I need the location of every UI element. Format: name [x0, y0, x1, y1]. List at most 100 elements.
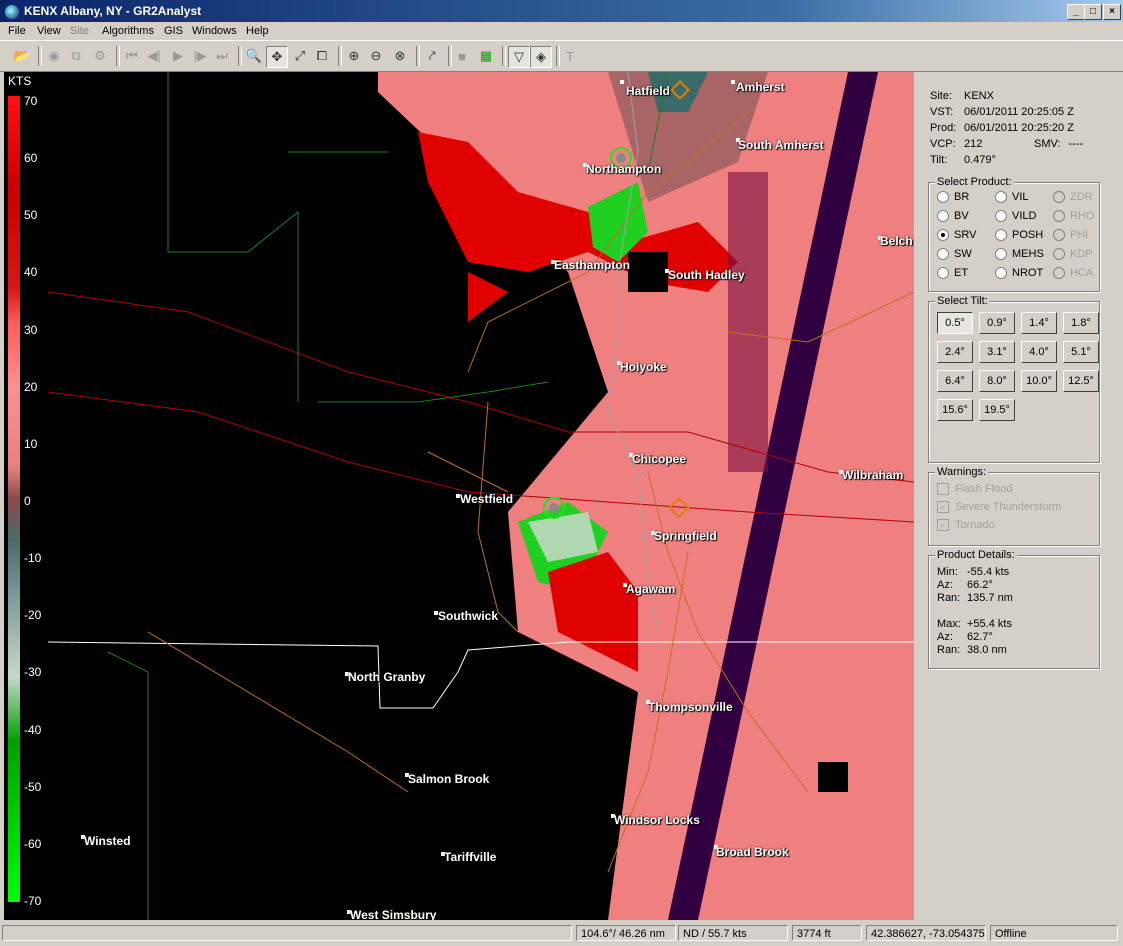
tilt-button[interactable]: 12.5° — [1063, 370, 1099, 392]
select-product-title: Select Product: — [935, 176, 1014, 188]
legend-tick: -10 — [24, 551, 42, 566]
layers-icon[interactable]: ⧠ — [312, 46, 332, 66]
legend-color-bar — [8, 96, 20, 902]
product-radio-rho[interactable]: RHO — [1053, 210, 1094, 222]
measure-icon[interactable]: ⤢ — [290, 46, 310, 66]
radio-circle — [995, 191, 1007, 203]
meso-icon[interactable]: ▽ — [508, 46, 530, 68]
legend-tick: 40 — [24, 265, 38, 280]
tilt-button[interactable]: 5.1° — [1063, 341, 1099, 363]
toolbar-separator — [338, 46, 342, 66]
info-prod: Prod: 06/01/2011 20:25:20 Z — [930, 122, 1074, 134]
radar-map[interactable]: Hatfield Amherst South Amherst Northampton B… — [48, 72, 914, 920]
tilt-button[interactable]: 0.5° — [937, 312, 973, 334]
tilt-button[interactable]: 4.0° — [1021, 341, 1057, 363]
status-height: 3774 ft — [792, 925, 862, 941]
menu-help[interactable]: Help — [246, 25, 269, 37]
product-radio-mehs[interactable]: MEHS — [995, 248, 1044, 260]
city-label: Chicopee — [632, 452, 687, 466]
menu-windows[interactable]: Windows — [192, 25, 237, 37]
record-icon[interactable]: ◉ — [44, 46, 64, 66]
zoom-icon[interactable]: 🔍 — [244, 46, 264, 66]
tilt-button[interactable]: 1.4° — [1021, 312, 1057, 334]
product-label: NROT — [1012, 267, 1044, 279]
toolbar-separator — [116, 46, 120, 66]
tilt-button[interactable]: 0.9° — [979, 312, 1015, 334]
minimize-button[interactable]: _ — [1067, 4, 1085, 20]
product-radio-phi[interactable]: PHI — [1053, 229, 1088, 241]
menu-gis[interactable]: GIS — [164, 25, 183, 37]
stop-icon[interactable]: ■ — [452, 46, 472, 66]
product-radio-et[interactable]: ET — [937, 267, 968, 279]
tilt-button[interactable]: 8.0° — [979, 370, 1015, 392]
product-radio-sw[interactable]: SW — [937, 248, 972, 260]
menu-algorithms[interactable]: Algorithms — [102, 25, 154, 37]
tilt-button[interactable]: 2.4° — [937, 341, 973, 363]
step-back-icon[interactable]: ◀| — [144, 46, 164, 66]
product-radio-srv[interactable]: SRV — [937, 229, 976, 241]
product-label: HCA — [1070, 267, 1094, 279]
grid-icon[interactable]: ▦ — [476, 46, 496, 66]
product-radio-vild[interactable]: VILD — [995, 210, 1036, 222]
menu-view[interactable]: View — [37, 25, 61, 37]
product-radio-hca[interactable]: HCA — [1053, 267, 1093, 279]
legend-tick: -70 — [24, 894, 42, 908]
warning-checkbox[interactable]: ✓ Tornado — [937, 519, 995, 531]
tilt-button[interactable]: 10.0° — [1021, 370, 1057, 392]
legend-tick: 0 — [24, 494, 31, 508]
app-icon — [4, 4, 20, 20]
maximize-button[interactable]: □ — [1084, 4, 1102, 20]
zoom-out-icon[interactable]: ⊖ — [366, 46, 386, 66]
folded-strip — [728, 172, 768, 472]
checkbox-box — [937, 483, 949, 495]
tilt-button[interactable]: 1.8° — [1063, 312, 1099, 334]
product-label: SW — [954, 248, 972, 260]
step-forward-icon[interactable]: |▶ — [190, 46, 210, 66]
menu-file[interactable]: File — [8, 25, 26, 37]
first-frame-icon[interactable]: ⏮ — [122, 46, 142, 66]
product-radio-nrot[interactable]: NROT — [995, 267, 1043, 279]
radio-circle — [1053, 248, 1065, 260]
mesocyclone-center — [549, 503, 559, 513]
select-tilt-group: Select Tilt: 0.5° 0.9° 1.4° 1.8° 2.4° 3.1° 4.0… — [928, 295, 1100, 463]
product-radio-posh[interactable]: POSH — [995, 229, 1043, 241]
hail-icon[interactable]: ◈ — [530, 46, 552, 68]
pan-icon[interactable]: ✥ — [266, 46, 288, 68]
close-button[interactable]: × — [1103, 4, 1121, 20]
warning-label: Flash Flood — [955, 483, 1013, 495]
info-tilt: Tilt: 0.479° — [930, 154, 996, 166]
no-data-hole — [818, 762, 848, 792]
tilt-button[interactable]: 15.6° — [937, 399, 973, 421]
open-folder-icon[interactable]: 📂 — [12, 46, 32, 66]
product-radio-bv[interactable]: BV — [937, 210, 969, 222]
detail-az-max: Az: 62.7° — [937, 631, 993, 643]
city-label: Hatfield — [626, 84, 671, 98]
play-icon[interactable]: ▶ — [168, 46, 188, 66]
cross-section-icon[interactable]: ⤤ — [422, 46, 442, 66]
text-icon[interactable]: T — [560, 46, 580, 66]
last-frame-icon[interactable]: ⏭ — [212, 46, 232, 66]
settings-icon[interactable]: ⚙ — [90, 46, 110, 66]
city-label: Windsor Locks — [614, 813, 700, 827]
zoom-reset-icon[interactable]: ⊗ — [390, 46, 410, 66]
radio-circle — [995, 229, 1007, 241]
warning-checkbox[interactable]: ✓ Severe Thunderstorm — [937, 501, 1061, 513]
city-label: South Amherst — [738, 138, 824, 152]
zoom-in-icon[interactable]: ⊕ — [344, 46, 364, 66]
product-radio-kdp[interactable]: KDP — [1053, 248, 1093, 260]
menu-site[interactable]: Site — [70, 25, 89, 37]
product-radio-br[interactable]: BR — [937, 191, 969, 203]
city-label: Westfield — [460, 492, 514, 506]
warning-checkbox[interactable]: Flash Flood — [937, 483, 1012, 495]
city-label: Agawam — [626, 582, 676, 596]
product-radio-zdr[interactable]: ZDR — [1053, 191, 1093, 203]
tilt-button[interactable]: 6.4° — [937, 370, 973, 392]
copy-icon[interactable]: ⧉ — [66, 46, 86, 66]
tilt-button[interactable]: 3.1° — [979, 341, 1015, 363]
city-label: Holyoke — [620, 360, 667, 374]
city-marker — [731, 80, 735, 84]
city-label: Amherst — [736, 80, 785, 94]
tilt-button[interactable]: 19.5° — [979, 399, 1015, 421]
radio-circle — [995, 210, 1007, 222]
product-radio-vil[interactable]: VIL — [995, 191, 1029, 203]
